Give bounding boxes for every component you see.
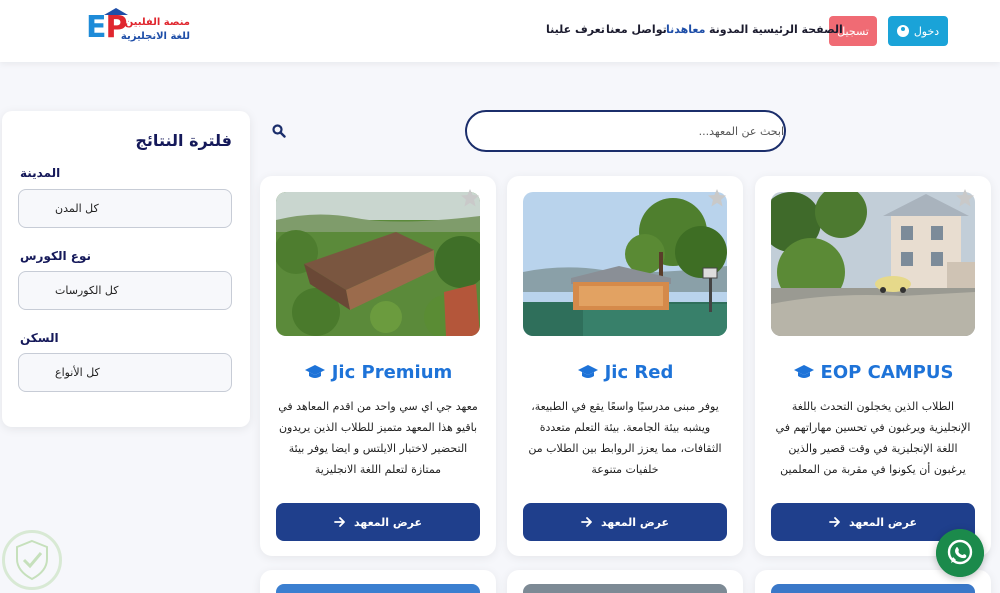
view-institute-label: عرض المعهد bbox=[848, 515, 918, 529]
institute-image[interactable] bbox=[276, 192, 480, 336]
institute-card: EOP CAMPUS الطلاب الذين يخجلون التحدث با… bbox=[755, 176, 991, 556]
institute-title[interactable]: EOP CAMPUS bbox=[755, 362, 991, 383]
institute-description: معهد جي اي سي واحد من اقدم المعاهد في با… bbox=[278, 400, 478, 476]
institute-image-partial[interactable] bbox=[771, 584, 975, 593]
watermark-logo bbox=[2, 530, 62, 590]
search-icon[interactable] bbox=[272, 124, 286, 138]
institute-card: Jic Premium معهد جي اي سي واحد من اقدم ا… bbox=[260, 176, 496, 556]
filter-panel: فلترة النتائج المدينة كل المدن نوع الكور… bbox=[2, 111, 250, 427]
search-input[interactable]: ابحث عن المعهد... bbox=[465, 110, 786, 152]
view-institute-label: عرض المعهد bbox=[600, 515, 670, 529]
arrow-right-icon bbox=[334, 517, 345, 527]
graduation-cap-icon bbox=[793, 365, 814, 378]
shield-check-icon bbox=[16, 539, 48, 581]
institute-card-partial bbox=[507, 570, 743, 593]
whatsapp-icon[interactable] bbox=[936, 529, 984, 577]
city-select-value: كل المدن bbox=[55, 202, 99, 215]
graduation-cap-icon bbox=[577, 365, 598, 378]
filter-title: فلترة النتائج bbox=[135, 131, 232, 150]
site-header: EP منصة الفلبين للغة الانجليزية دخول تسج… bbox=[0, 0, 1000, 62]
nav-blog[interactable]: المدونة bbox=[709, 23, 748, 36]
login-button[interactable]: دخول bbox=[888, 16, 948, 46]
institute-title-text: Jic Premium bbox=[331, 362, 453, 383]
housing-select[interactable]: كل الأنواع bbox=[18, 353, 232, 392]
logo-line-2: للغة الانجليزية bbox=[120, 31, 190, 42]
login-label: دخول bbox=[913, 24, 940, 38]
city-select[interactable]: كل المدن bbox=[18, 189, 232, 228]
course-select[interactable]: كل الكورسات bbox=[18, 271, 232, 310]
nav-contact[interactable]: تواصل معنا bbox=[606, 23, 667, 36]
nav-institutes[interactable]: معاهدنا bbox=[666, 23, 705, 36]
star-icon[interactable] bbox=[707, 188, 727, 208]
site-logo[interactable]: EP منصة الفلبين للغة الانجليزية bbox=[86, 8, 196, 48]
institute-description: يوفر مبنى مدرسيًا واسعًا يقع في الطبيعة،… bbox=[528, 400, 722, 476]
arrow-right-icon bbox=[829, 517, 840, 527]
view-institute-button[interactable]: عرض المعهد bbox=[523, 503, 727, 541]
arrow-right-icon bbox=[581, 517, 592, 527]
institute-title-text: EOP CAMPUS bbox=[820, 362, 954, 383]
institute-card: Jic Red يوفر مبنى مدرسيًا واسعًا يقع في … bbox=[507, 176, 743, 556]
city-label: المدينة bbox=[20, 166, 61, 180]
star-icon[interactable] bbox=[460, 188, 480, 208]
view-institute-label: عرض المعهد bbox=[353, 515, 423, 529]
institute-description: الطلاب الذين يخجلون التحدث باللغة الإنجل… bbox=[775, 400, 971, 476]
institute-image[interactable] bbox=[771, 192, 975, 336]
housing-select-value: كل الأنواع bbox=[55, 366, 100, 379]
search-placeholder: ابحث عن المعهد... bbox=[698, 124, 784, 138]
institute-title[interactable]: Jic Premium bbox=[260, 362, 496, 383]
graduation-cap-icon bbox=[304, 365, 325, 378]
nav-about[interactable]: تعرف علينا bbox=[546, 23, 605, 36]
user-icon bbox=[896, 25, 909, 37]
institute-image-partial[interactable] bbox=[523, 584, 727, 593]
housing-label: السكن bbox=[20, 331, 59, 345]
institute-image-partial[interactable] bbox=[276, 584, 480, 593]
logo-line-1: منصة الفلبين bbox=[124, 17, 190, 28]
institute-title[interactable]: Jic Red bbox=[507, 362, 743, 383]
institute-title-text: Jic Red bbox=[604, 362, 674, 383]
view-institute-button[interactable]: عرض المعهد bbox=[276, 503, 480, 541]
institute-image[interactable] bbox=[523, 192, 727, 336]
institute-card-partial bbox=[260, 570, 496, 593]
star-icon[interactable] bbox=[955, 188, 975, 208]
course-select-value: كل الكورسات bbox=[55, 284, 119, 297]
nav-home[interactable]: الصفحة الرئيسية bbox=[752, 23, 843, 36]
course-label: نوع الكورس bbox=[20, 249, 91, 263]
